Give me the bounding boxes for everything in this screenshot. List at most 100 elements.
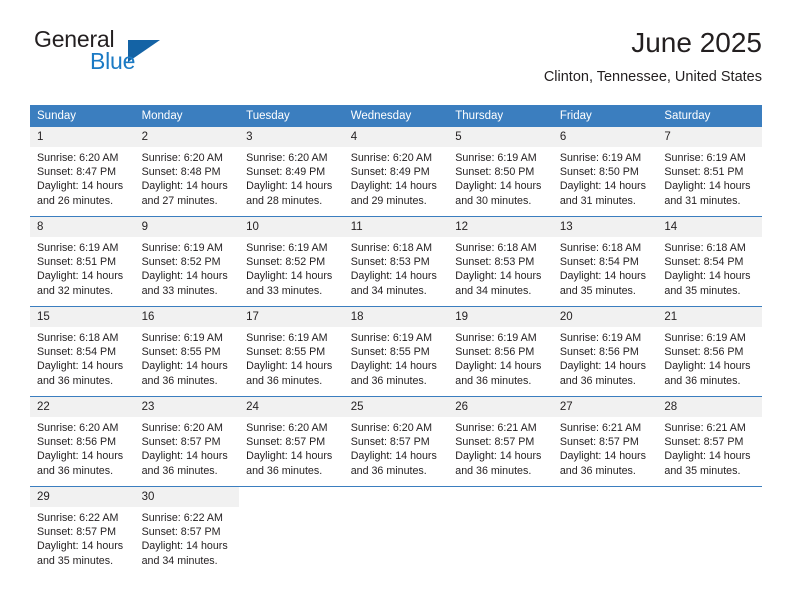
weekday-header-thursday: Thursday [448,105,553,127]
day-details: Sunrise: 6:21 AM Sunset: 8:57 PM Daylight:… [553,417,658,478]
day-number: 28 [657,397,762,417]
sunset-text: Sunset: 8:52 PM [141,256,221,269]
day-number: 9 [134,217,240,237]
daylight-text-line1: Daylight: 14 hours [455,180,542,193]
day-details: Sunrise: 6:19 AM Sunset: 8:51 PM Daylight:… [657,147,762,208]
daylight-text-line2: and 33 minutes. [246,284,323,297]
sunset-text: Sunset: 8:57 PM [350,436,430,449]
daylight-text-line1: Daylight: 14 hours [664,450,751,463]
calendar-day-cell[interactable]: 25 Sunrise: 6:20 AM Sunset: 8:57 PM Dayligh… [343,397,449,486]
calendar-day-cell[interactable]: 19 Sunrise: 6:19 AM Sunset: 8:56 PM Dayligh… [448,307,553,396]
day-details: Sunrise: 6:20 AM Sunset: 8:47 PM Daylight:… [30,147,135,208]
calendar-day-cell[interactable]: 26 Sunrise: 6:21 AM Sunset: 8:57 PM Dayligh… [448,397,553,486]
weekday-header-monday: Monday [134,105,240,127]
calendar-week-row: 15 Sunrise: 6:18 AM Sunset: 8:54 PM Dayligh… [30,306,762,397]
day-number: 5 [448,127,553,147]
calendar-day-cell[interactable]: 24 Sunrise: 6:20 AM Sunset: 8:57 PM Dayligh… [239,397,344,486]
calendar-day-cell[interactable]: 13 Sunrise: 6:18 AM Sunset: 8:54 PM Dayligh… [552,217,658,306]
calendar-day-cell[interactable]: 14 Sunrise: 6:18 AM Sunset: 8:54 PM Dayligh… [657,217,762,306]
day-number: 15 [30,307,135,327]
sunrise-text: Sunrise: 6:20 AM [246,422,328,434]
sunrise-text: Sunrise: 6:19 AM [37,242,119,254]
sunset-text: Sunset: 8:51 PM [37,256,117,269]
calendar-day-cell[interactable]: 15 Sunrise: 6:18 AM Sunset: 8:54 PM Dayligh… [30,307,135,396]
day-number: 1 [30,127,135,147]
daylight-text-line1: Daylight: 14 hours [141,180,228,193]
sunset-text: Sunset: 8:55 PM [350,346,430,359]
daylight-text-line2: and 36 minutes. [141,464,218,477]
daylight-text-line1: Daylight: 14 hours [141,270,228,283]
day-details: Sunrise: 6:19 AM Sunset: 8:50 PM Daylight:… [448,147,553,208]
sunset-text: Sunset: 8:54 PM [664,256,744,269]
daylight-text-line1: Daylight: 14 hours [350,180,437,193]
sunrise-text: Sunrise: 6:20 AM [350,152,433,164]
daylight-text-line1: Daylight: 14 hours [664,180,751,193]
calendar-day-cell[interactable]: 27 Sunrise: 6:21 AM Sunset: 8:57 PM Dayligh… [552,397,658,486]
weekday-header-row: Sunday Monday Tuesday Wednesday Thursday… [30,105,762,127]
day-details: Sunrise: 6:20 AM Sunset: 8:57 PM Daylight:… [135,417,240,478]
calendar-day-cell[interactable]: 1 Sunrise: 6:20 AM Sunset: 8:47 PM Daylight… [30,127,135,216]
logo-text-blue: Blue [90,48,136,74]
sunset-text: Sunset: 8:50 PM [455,166,535,179]
calendar-day-cell[interactable]: 28 Sunrise: 6:21 AM Sunset: 8:57 PM Dayligh… [657,397,762,486]
calendar-day-cell[interactable]: 4 Sunrise: 6:20 AM Sunset: 8:49 PM Daylight… [343,127,449,216]
day-number: 19 [448,307,553,327]
day-number [552,487,658,495]
day-details: Sunrise: 6:22 AM Sunset: 8:57 PM Daylight:… [135,507,240,568]
sunset-text: Sunset: 8:56 PM [664,346,744,359]
calendar-day-cell[interactable]: 7 Sunrise: 6:19 AM Sunset: 8:51 PM Daylight… [657,127,762,216]
daylight-text-line2: and 36 minutes. [559,374,636,387]
daylight-text-line1: Daylight: 14 hours [350,450,437,463]
day-details: Sunrise: 6:22 AM Sunset: 8:57 PM Daylight:… [30,507,135,568]
sunset-text: Sunset: 8:52 PM [246,256,326,269]
sunrise-text: Sunrise: 6:21 AM [559,422,642,434]
calendar-day-cell[interactable]: 29 Sunrise: 6:22 AM Sunset: 8:57 PM Dayligh… [30,487,135,576]
daylight-text-line1: Daylight: 14 hours [350,360,437,373]
day-details: Sunrise: 6:19 AM Sunset: 8:55 PM Daylight:… [135,327,240,388]
title-block: June 2025 Clinton, Tennessee, United Sta… [544,26,762,87]
calendar-day-cell[interactable]: 30 Sunrise: 6:22 AM Sunset: 8:57 PM Dayligh… [134,487,240,576]
weekday-header-tuesday: Tuesday [239,105,344,127]
daylight-text-line2: and 36 minutes. [37,464,114,477]
sunrise-text: Sunrise: 6:18 AM [664,242,746,254]
day-details: Sunrise: 6:18 AM Sunset: 8:53 PM Daylight:… [344,237,449,298]
calendar-day-cell[interactable]: 11 Sunrise: 6:18 AM Sunset: 8:53 PM Dayligh… [343,217,449,306]
calendar-day-cell[interactable]: 12 Sunrise: 6:18 AM Sunset: 8:53 PM Dayligh… [448,217,553,306]
calendar-day-cell[interactable]: 8 Sunrise: 6:19 AM Sunset: 8:51 PM Daylight… [30,217,135,306]
calendar-day-cell[interactable]: 18 Sunrise: 6:19 AM Sunset: 8:55 PM Dayligh… [343,307,449,396]
sunrise-text: Sunrise: 6:19 AM [559,332,642,344]
calendar-day-cell[interactable]: 21 Sunrise: 6:19 AM Sunset: 8:56 PM Dayligh… [657,307,762,396]
calendar-day-cell[interactable]: 5 Sunrise: 6:19 AM Sunset: 8:50 PM Daylight… [448,127,553,216]
weekday-header-sunday: Sunday [30,105,135,127]
daylight-text-line2: and 31 minutes. [664,194,741,207]
daylight-text-line1: Daylight: 14 hours [141,450,228,463]
weekday-header-friday: Friday [552,105,658,127]
sunrise-text: Sunrise: 6:18 AM [559,242,642,254]
calendar-day-cell[interactable]: 2 Sunrise: 6:20 AM Sunset: 8:48 PM Daylight… [134,127,240,216]
calendar-day-cell[interactable]: 10 Sunrise: 6:19 AM Sunset: 8:52 PM Dayligh… [239,217,344,306]
day-number: 24 [239,397,344,417]
calendar-week-row: 22 Sunrise: 6:20 AM Sunset: 8:56 PM Dayligh… [30,396,762,487]
calendar-day-cell[interactable]: 16 Sunrise: 6:19 AM Sunset: 8:55 PM Dayligh… [134,307,240,396]
day-details: Sunrise: 6:19 AM Sunset: 8:51 PM Daylight:… [30,237,135,298]
calendar-day-cell[interactable]: 22 Sunrise: 6:20 AM Sunset: 8:56 PM Dayligh… [30,397,135,486]
sunrise-text: Sunrise: 6:21 AM [455,422,537,434]
calendar-day-cell[interactable]: 9 Sunrise: 6:19 AM Sunset: 8:52 PM Daylight… [134,217,240,306]
daylight-text-line2: and 36 minutes. [37,374,114,387]
sunset-text: Sunset: 8:50 PM [559,166,639,179]
daylight-text-line2: and 36 minutes. [246,374,323,387]
calendar-week-row: 1 Sunrise: 6:20 AM Sunset: 8:47 PM Daylight… [30,127,762,217]
calendar-day-cell[interactable]: 3 Sunrise: 6:20 AM Sunset: 8:49 PM Daylight… [239,127,344,216]
calendar-day-cell[interactable]: 17 Sunrise: 6:19 AM Sunset: 8:55 PM Dayligh… [239,307,344,396]
daylight-text-line1: Daylight: 14 hours [37,270,124,283]
sunset-text: Sunset: 8:55 PM [246,346,326,359]
sunset-text: Sunset: 8:57 PM [141,436,221,449]
day-details: Sunrise: 6:20 AM Sunset: 8:56 PM Daylight:… [30,417,135,478]
daylight-text-line2: and 34 minutes. [350,284,427,297]
general-blue-logo[interactable]: General Blue [30,26,210,84]
daylight-text-line2: and 34 minutes. [455,284,532,297]
calendar-day-cell[interactable]: 23 Sunrise: 6:20 AM Sunset: 8:57 PM Dayligh… [134,397,240,486]
sunrise-text: Sunrise: 6:19 AM [559,152,642,164]
calendar-day-cell[interactable]: 6 Sunrise: 6:19 AM Sunset: 8:50 PM Daylight… [552,127,658,216]
calendar-day-cell[interactable]: 20 Sunrise: 6:19 AM Sunset: 8:56 PM Dayligh… [552,307,658,396]
